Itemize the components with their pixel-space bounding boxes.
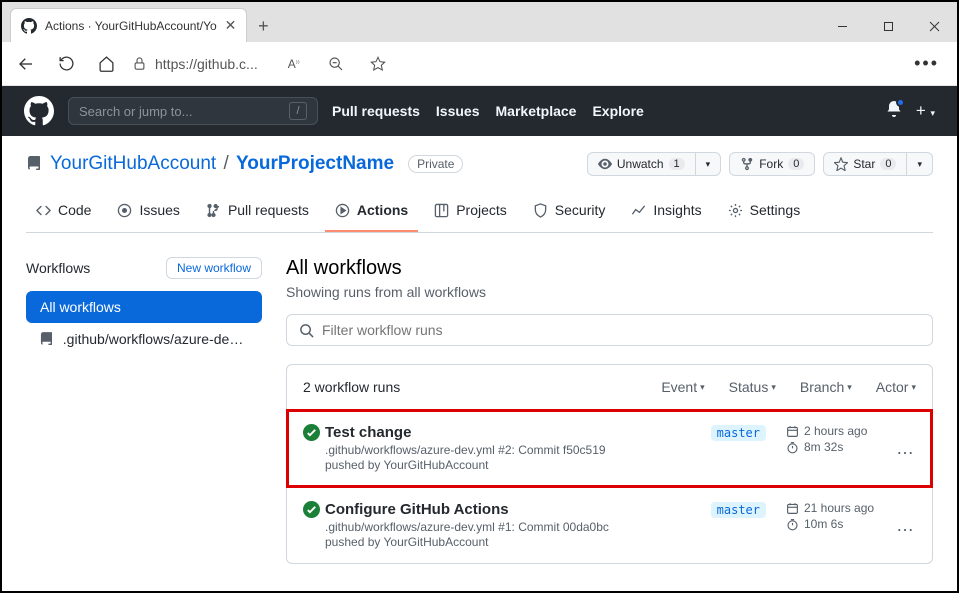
tab-issues[interactable]: Issues [107,194,189,232]
run-desc2: pushed by YourGitHubAccount [325,458,691,472]
refresh-button[interactable] [52,50,80,78]
filter-input[interactable] [322,322,920,338]
workflow-run-row[interactable]: Test change .github/workflows/azure-dev.… [287,410,932,487]
filter-event[interactable]: Event▾ [661,379,704,395]
sidebar-title: Workflows [26,260,90,276]
tab-close-icon[interactable]: ✕ [225,17,237,34]
eye-icon [598,157,612,171]
github-favicon-icon [21,18,37,34]
url-text: https://github.c... [155,56,258,72]
tab-projects[interactable]: Projects [424,194,517,232]
main-content: Workflows New workflow All workflows .gi… [2,233,957,588]
tab-security[interactable]: Security [523,194,616,232]
notification-badge [896,98,905,107]
close-window-button[interactable] [911,10,957,42]
sidebar-item-all-workflows[interactable]: All workflows [26,291,262,323]
star-button[interactable]: Star 0 [823,152,907,176]
content-subtitle: Showing runs from all workflows [286,284,933,300]
search-placeholder: Search or jump to... [79,104,192,119]
new-tab-button[interactable]: + [247,10,279,42]
browser-tab[interactable]: Actions · YourGitHubAccount/Yo ✕ [10,8,247,42]
nav-issues[interactable]: Issues [436,103,480,119]
nav-explore[interactable]: Explore [592,103,643,119]
notifications-icon[interactable] [886,101,902,122]
repo-tabs: Code Issues Pull requests Actions Projec… [26,194,933,233]
browser-tab-title: Actions · YourGitHubAccount/Yo [45,19,217,33]
unwatch-button[interactable]: Unwatch 1 [587,152,696,176]
run-menu-button[interactable]: … [896,515,916,536]
home-button[interactable] [92,50,120,78]
stopwatch-icon [786,441,799,454]
run-title[interactable]: Test change [325,424,691,441]
filter-actor[interactable]: Actor▾ [876,379,916,395]
reader-mode-icon[interactable]: A⁾⁾ [280,50,308,78]
content-heading: All workflows [286,257,933,280]
tab-code[interactable]: Code [26,194,101,232]
workflow-run-row[interactable]: Configure GitHub Actions .github/workflo… [287,487,932,563]
calendar-icon [786,502,799,515]
maximize-button[interactable] [865,10,911,42]
browser-menu-button[interactable]: ••• [914,53,947,74]
sidebar-item-workflow-file[interactable]: .github/workflows/azure-dev.... [26,323,262,355]
stopwatch-icon [786,518,799,531]
run-success-icon [303,501,325,549]
tab-pull-requests[interactable]: Pull requests [196,194,319,232]
repo-icon [26,156,42,172]
run-branch[interactable]: master [711,501,766,549]
nav-marketplace[interactable]: Marketplace [496,103,577,119]
lock-icon [132,56,147,71]
unwatch-dropdown[interactable]: ▾ [696,152,722,176]
runs-count: 2 workflow runs [303,379,400,395]
workflow-file-icon [40,332,55,347]
runs-header: 2 workflow runs Event▾ Status▾ Branch▾ A… [287,365,932,410]
new-workflow-button[interactable]: New workflow [166,257,262,279]
visibility-badge: Private [408,155,463,173]
run-title[interactable]: Configure GitHub Actions [325,501,691,518]
github-search[interactable]: Search or jump to... / [68,97,318,125]
minimize-button[interactable] [819,10,865,42]
back-button[interactable] [12,50,40,78]
github-header: Search or jump to... / Pull requests Iss… [2,86,957,136]
filter-branch[interactable]: Branch▾ [800,379,852,395]
run-desc2: pushed by YourGitHubAccount [325,535,691,549]
filter-status[interactable]: Status▾ [729,379,776,395]
run-branch[interactable]: master [711,424,766,472]
github-logo-icon[interactable] [24,96,54,126]
add-menu-icon[interactable]: + ▾ [916,101,935,121]
fork-icon [740,157,754,171]
tab-actions[interactable]: Actions [325,194,418,232]
owner-link[interactable]: YourGitHubAccount [50,153,216,174]
search-icon [299,323,314,338]
search-slash-icon: / [289,102,307,120]
zoom-icon[interactable] [322,50,350,78]
url-box[interactable]: https://github.c... [132,56,258,72]
favorite-icon[interactable] [364,50,392,78]
filter-box[interactable] [286,314,933,346]
window-controls [819,10,957,42]
tab-settings[interactable]: Settings [718,194,811,232]
run-desc: .github/workflows/azure-dev.yml #1: Comm… [325,520,691,534]
runs-panel: 2 workflow runs Event▾ Status▾ Branch▾ A… [286,364,933,564]
repo-header: YourGitHubAccount / YourProjectName Priv… [2,136,957,233]
workflows-sidebar: Workflows New workflow All workflows .gi… [26,257,262,564]
address-bar: https://github.c... A⁾⁾ ••• [2,42,957,86]
workflow-runs-content: All workflows Showing runs from all work… [286,257,933,564]
calendar-icon [786,425,799,438]
run-meta: 2 hours ago 8m 32s [786,424,896,472]
fork-button[interactable]: Fork 0 [729,152,815,176]
github-nav: Pull requests Issues Marketplace Explore [332,103,644,119]
nav-pull-requests[interactable]: Pull requests [332,103,420,119]
star-dropdown[interactable]: ▾ [907,152,933,176]
run-desc: .github/workflows/azure-dev.yml #2: Comm… [325,443,691,457]
run-menu-button[interactable]: … [896,438,916,459]
run-meta: 21 hours ago 10m 6s [786,501,896,549]
breadcrumb: YourGitHubAccount / YourProjectName [50,153,394,175]
repo-link[interactable]: YourProjectName [236,153,394,174]
tab-insights[interactable]: Insights [621,194,711,232]
browser-titlebar: Actions · YourGitHubAccount/Yo ✕ + [2,2,957,42]
run-success-icon [303,424,325,472]
star-icon [834,157,848,171]
